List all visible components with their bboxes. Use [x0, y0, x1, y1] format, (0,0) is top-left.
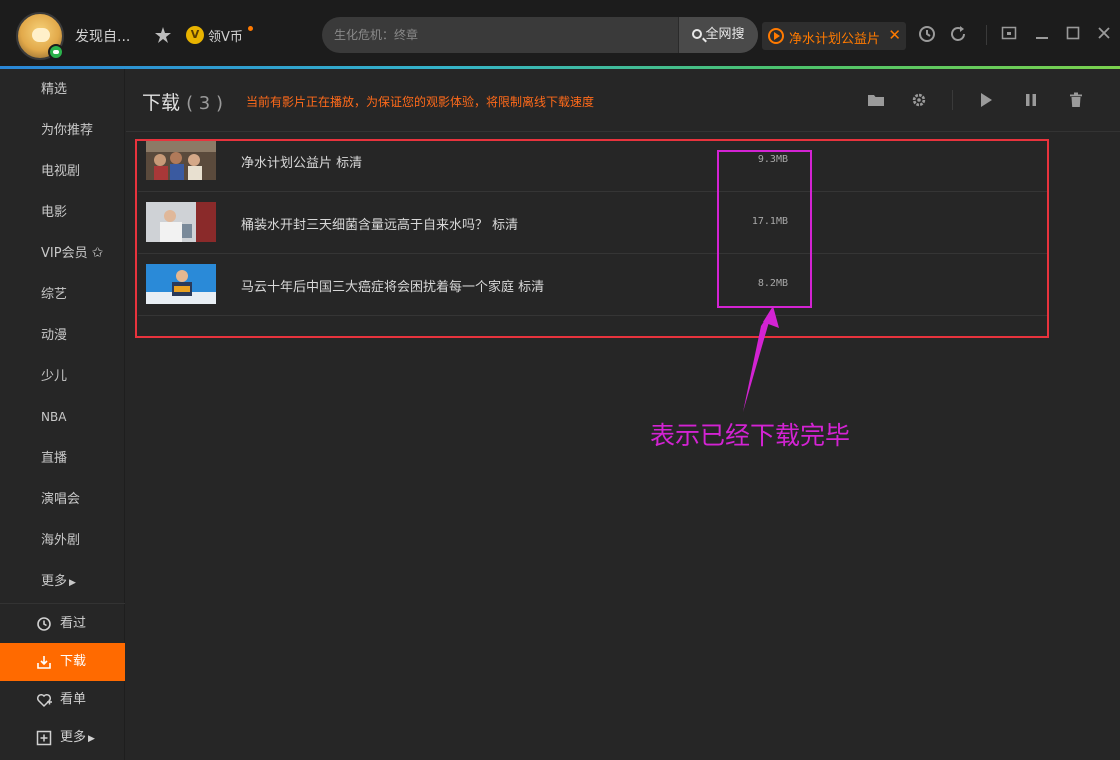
download-row[interactable]: 净水计划公益片 标清 9.3MB [138, 130, 1048, 192]
sidebar-item-label: 精选 [41, 82, 68, 97]
sidebar-item-label: VIP会员 [41, 246, 88, 261]
search-bar: 全网搜 [322, 17, 758, 53]
sidebar-item-overseas[interactable]: 海外剧 [0, 520, 125, 561]
sidebar-item-vip[interactable]: VIP会员 ✩ [0, 233, 125, 274]
sidebar-item-anime[interactable]: 动漫 [0, 315, 125, 356]
video-title: 马云十年后中国三大癌症将会困扰着每一个家庭 标清 [241, 280, 545, 295]
sidebar-item-label: 少儿 [41, 369, 68, 384]
refresh-icon[interactable] [949, 25, 967, 43]
video-title: 净水计划公益片 标清 [241, 156, 363, 171]
search-input[interactable] [334, 17, 674, 53]
wechat-icon [48, 44, 64, 60]
mini-mode-icon[interactable] [1001, 25, 1017, 41]
sidebar-item-label: 动漫 [41, 328, 68, 343]
page-title-text: 下载 [142, 92, 181, 114]
sidebar-item-live[interactable]: 直播 [0, 438, 125, 479]
vip-star-icon: ✩ [91, 245, 104, 261]
sidebar-item-label: 电视剧 [41, 164, 81, 179]
pause-icon[interactable] [1022, 92, 1040, 108]
window-separator [986, 25, 987, 45]
annotation-text: 表示已经下载完毕 [650, 421, 851, 450]
history-icon [37, 617, 51, 631]
sidebar-item-concert[interactable]: 演唱会 [0, 479, 125, 520]
sidebar-item-recommended[interactable]: 为你推荐 [0, 110, 125, 151]
sidebar: 精选 为你推荐 电视剧 电影 VIP会员 ✩ 综艺 动漫 少儿 NBA 直播 演唱… [0, 69, 125, 760]
sidebar-item-label: 更多 [41, 574, 68, 589]
video-thumbnail[interactable] [146, 264, 216, 304]
history-icon[interactable] [918, 25, 936, 43]
search-all-button[interactable]: 全网搜 [678, 17, 758, 53]
close-icon[interactable]: ✕ [888, 26, 901, 44]
sidebar-item-nba[interactable]: NBA [0, 397, 125, 438]
sidebar-item-label: 看单 [60, 692, 87, 707]
heart-plus-icon [36, 693, 52, 708]
speed-limit-notice: 当前有影片正在播放，为保证您的观影体验，将限制离线下载速度 [246, 95, 595, 109]
play-circle-icon [768, 28, 784, 44]
sidebar-item-variety[interactable]: 综艺 [0, 274, 125, 315]
skin-icon[interactable] [154, 26, 172, 44]
sidebar-item-label: 综艺 [41, 287, 68, 302]
video-thumbnail[interactable] [146, 202, 216, 242]
search-icon [692, 29, 703, 39]
chevron-right-icon: ▶ [88, 734, 95, 744]
sidebar-item-label: 更多 [60, 730, 87, 745]
minimize-icon[interactable] [1034, 25, 1050, 41]
vcoin-icon[interactable]: V [186, 26, 204, 44]
trash-icon[interactable] [1067, 92, 1085, 108]
sidebar-item-movies[interactable]: 电影 [0, 192, 125, 233]
file-size: 8.2MB [757, 278, 788, 289]
search-all-label: 全网搜 [705, 27, 745, 42]
sidebar-item-label: NBA [41, 410, 67, 424]
video-title: 桶装水开封三天细菌含量远高于自来水吗？ 标清 [241, 218, 519, 233]
sidebar-item-kids[interactable]: 少儿 [0, 356, 125, 397]
sidebar-item-tv[interactable]: 电视剧 [0, 151, 125, 192]
play-icon[interactable] [977, 92, 995, 108]
sidebar-item-label: 电影 [41, 205, 68, 220]
sidebar-divider [0, 603, 125, 604]
folder-icon[interactable] [867, 92, 885, 108]
video-thumbnail[interactable] [146, 140, 216, 180]
download-row[interactable]: 马云十年后中国三大癌症将会困扰着每一个家庭 标清 8.2MB [138, 254, 1048, 316]
notification-dot [248, 26, 253, 31]
sidebar-item-featured[interactable]: 精选 [0, 69, 125, 110]
vcoin-label[interactable]: 领V币 [208, 26, 243, 45]
download-count: ( 3 ) [186, 93, 224, 114]
now-playing-tab[interactable]: 净水计划公益片 ✕ [762, 22, 906, 50]
maximize-icon[interactable] [1065, 25, 1081, 41]
sidebar-item-label: 海外剧 [41, 533, 81, 548]
sidebar-item-downloads[interactable]: 下载 [0, 643, 125, 681]
username[interactable]: 发现自... [75, 26, 130, 46]
window-close-icon[interactable] [1096, 25, 1112, 41]
sidebar-item-more-bottom[interactable]: 更多 ▶ [0, 719, 125, 757]
page-title: 下载 ( 3 ) [142, 88, 223, 115]
sidebar-item-label: 为你推荐 [41, 123, 94, 138]
plus-box-icon [36, 730, 52, 746]
sidebar-item-label: 直播 [41, 451, 68, 466]
accent-line [0, 66, 1120, 69]
gear-icon[interactable] [910, 92, 928, 108]
annotation-arrow [743, 306, 779, 412]
file-size: 9.3MB [757, 154, 788, 165]
sidebar-item-watchlist[interactable]: 看单 [0, 681, 125, 719]
toolbar-divider [952, 90, 953, 110]
sidebar-item-label: 演唱会 [41, 492, 81, 507]
file-size: 17.1MB [751, 216, 788, 227]
download-row[interactable]: 桶装水开封三天细菌含量远高于自来水吗？ 标清 17.1MB [138, 192, 1048, 254]
sidebar-item-label: 看过 [60, 616, 87, 631]
chevron-right-icon: ▶ [69, 578, 76, 588]
sidebar-item-watched[interactable]: 看过 [0, 605, 125, 643]
now-playing-title: 净水计划公益片 [789, 32, 881, 47]
sidebar-item-more[interactable]: 更多 ▶ [0, 561, 125, 602]
download-icon [37, 656, 51, 669]
title-bar: 发现自... V 领V币 全网搜 净水计划公益片 ✕ [0, 0, 1120, 68]
sidebar-item-label: 下载 [60, 654, 87, 669]
